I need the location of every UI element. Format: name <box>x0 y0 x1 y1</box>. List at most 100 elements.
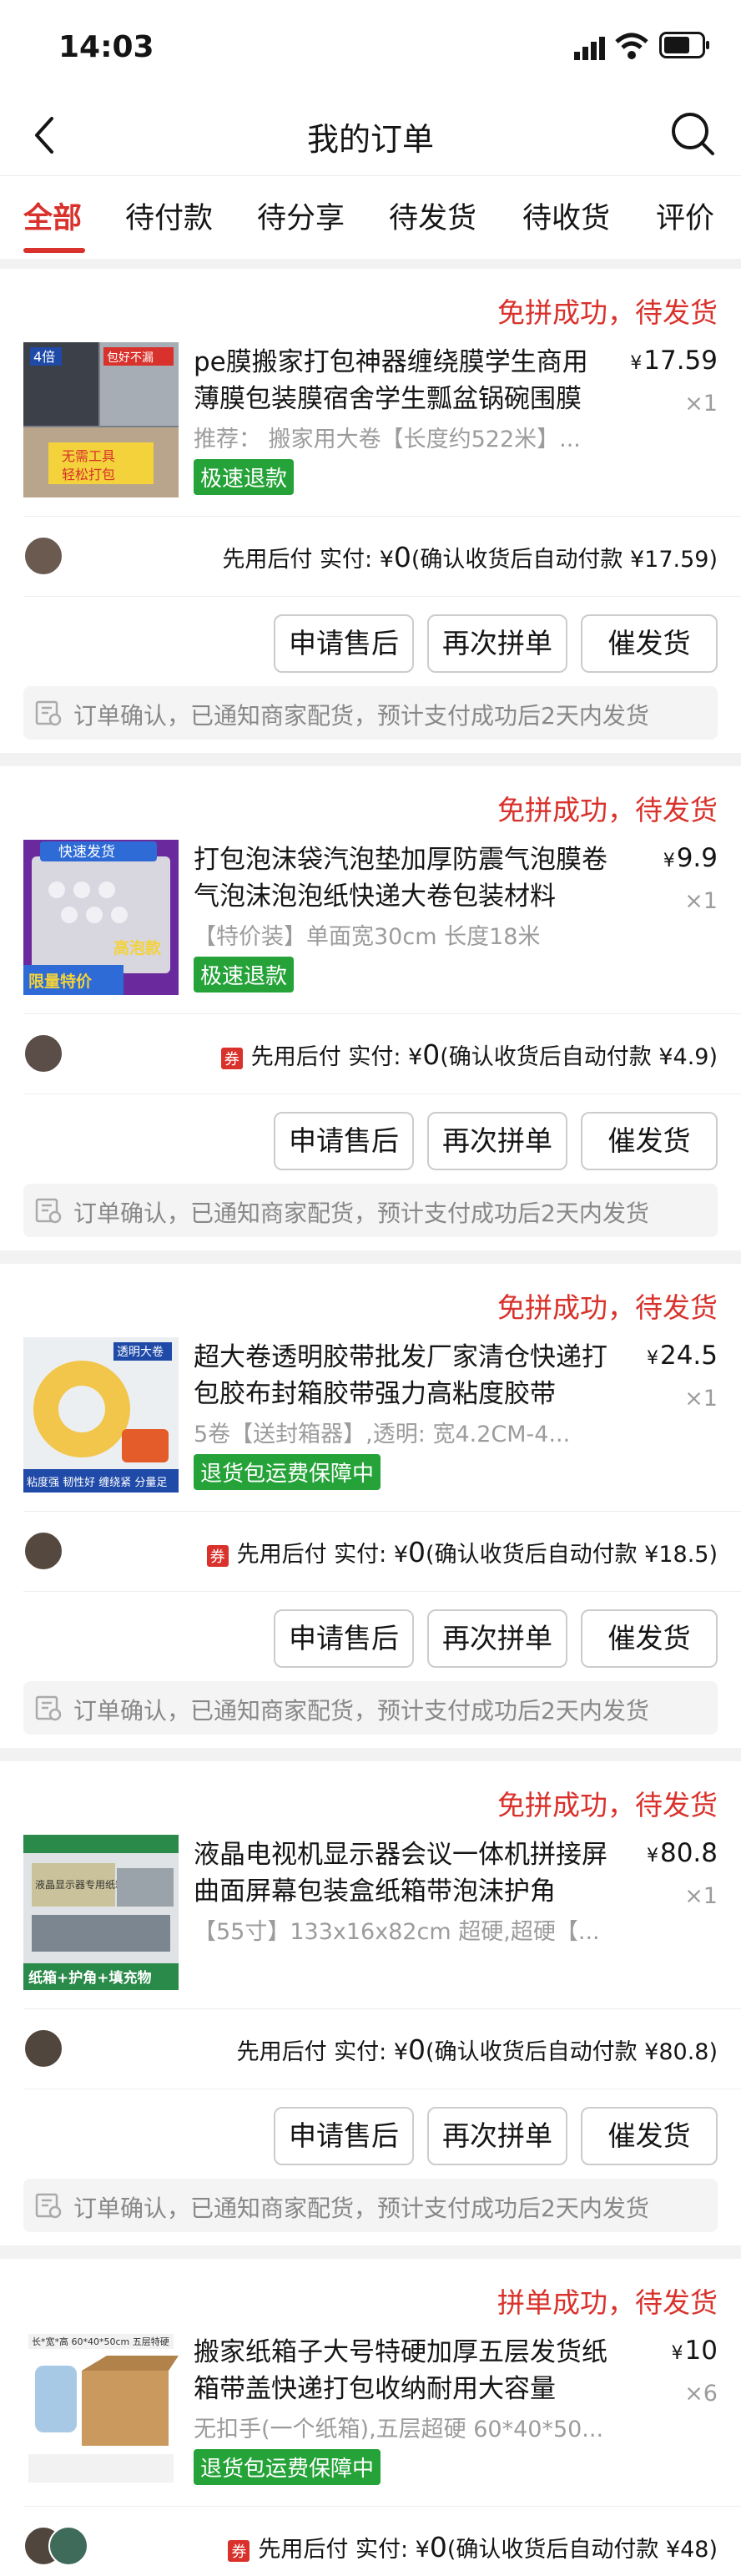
urge-shipment-button[interactable]: 催发货 <box>581 2107 718 2165</box>
page-title: 我的订单 <box>306 121 434 158</box>
avatar <box>23 1531 63 1571</box>
product-spec: 5卷【送封箱器】,透明: 宽4.2CM-4... <box>194 1422 571 1447</box>
document-icon <box>35 1198 62 1224</box>
notice-text: 订单确认，已通知商家配货，预计支付成功后2天内发货 <box>73 1200 649 1227</box>
wifi-icon <box>615 33 648 59</box>
divider <box>23 516 741 517</box>
tab-all[interactable]: 全部 <box>23 194 82 237</box>
tab-pending-receipt[interactable]: 待收货 <box>522 194 610 237</box>
divider <box>23 1511 741 1512</box>
coupon-badge: 券 <box>220 1047 243 1069</box>
order-notice: 订单确认，已通知商家配货，预计支付成功后2天内发货 <box>23 1681 718 1735</box>
product-quantity: ×1 <box>684 888 718 914</box>
cellular-signal-icon <box>574 37 605 60</box>
product-image[interactable]: 4倍 包好不漏 无需工具 轻松打包 <box>23 342 179 498</box>
payment-line: 券先用后付 实付: ¥0(确认收货后自动付款 ¥4.9) <box>220 1038 718 1071</box>
thumb-text: 纸箱+护角+填充物 <box>28 1969 152 1987</box>
refund-badge: 极速退款 <box>194 459 295 495</box>
reorder-button[interactable]: 再次拼单 <box>427 614 567 673</box>
order-card[interactable]: 免拼成功，待发货 液晶显示器专用纸箱 纸箱+护角+填充物 液晶电视机显示器会议一… <box>0 1761 741 2245</box>
product-title[interactable]: 搬家纸箱子大号特硬加厚五层发货纸箱带盖快递打包收纳耐用大容量 <box>194 2334 611 2407</box>
thumb-text: 长*宽*高 60*40*50cm 五层特硬 <box>32 2336 169 2347</box>
payment-line: 券先用后付 实付: ¥0(确认收货后自动付款 ¥18.5) <box>206 1536 718 1568</box>
reorder-button[interactable]: 再次拼单 <box>427 1112 567 1170</box>
avatar <box>23 536 63 576</box>
document-icon <box>35 700 62 726</box>
product-quantity: ×1 <box>684 1883 718 1909</box>
after-sales-button[interactable]: 申请售后 <box>274 614 414 673</box>
payment-line: 先用后付 实付: ¥0(确认收货后自动付款 ¥17.59) <box>222 541 718 573</box>
status-bar: 14:03 <box>0 0 741 92</box>
product-price: ¥10 <box>671 2336 718 2366</box>
urge-shipment-button[interactable]: 催发货 <box>581 614 718 673</box>
reorder-button[interactable]: 再次拼单 <box>427 1609 567 1668</box>
thumb-text: 轻松打包 <box>62 467 115 482</box>
thumb-text: 液晶显示器专用纸箱 <box>35 1878 125 1891</box>
product-title[interactable]: 液晶电视机显示器会议一体机拼接屏曲面屏幕包装盒纸箱带泡沫护角 <box>194 1836 611 1910</box>
order-tabs: 全部 待付款 待分享 待发货 待收货 评价 <box>0 175 741 259</box>
urge-shipment-button[interactable]: 催发货 <box>581 1609 718 1668</box>
after-sales-button[interactable]: 申请售后 <box>274 2107 414 2165</box>
tab-review[interactable]: 评价 <box>656 194 714 237</box>
order-notice: 订单确认，已通知商家配货，预计支付成功后2天内发货 <box>23 686 718 740</box>
divider <box>23 1591 741 1592</box>
order-notice: 订单确认，已通知商家配货，预计支付成功后2天内发货 <box>23 2179 718 2232</box>
thumb-text: 无需工具 <box>62 448 115 464</box>
product-image[interactable]: 快速发货 高泡款 限量特价 <box>23 840 179 995</box>
product-title[interactable]: 超大卷透明胶带批发厂家清仓快递打包胶布封箱胶带强力高粘度胶带 <box>194 1339 611 1412</box>
avatar <box>48 2526 88 2566</box>
thumb-text: 高泡款 <box>113 938 162 957</box>
thumb-text: 透明大卷 <box>117 1346 164 1359</box>
order-card[interactable]: 拼单成功，待发货 长*宽*高 60*40*50cm 五层特硬 搬家纸箱子大号特硬… <box>0 2259 741 2576</box>
battery-icon <box>659 32 709 58</box>
tab-pending-payment[interactable]: 待付款 <box>125 194 213 237</box>
tab-pending-shipment[interactable]: 待发货 <box>389 194 476 237</box>
order-notice: 订单确认，已通知商家配货，预计支付成功后2天内发货 <box>23 1184 718 1237</box>
order-card[interactable]: 免拼成功，待发货 4倍 包好不漏 无需工具 轻松打包 pe膜搬家打包神器缠绕膜学… <box>0 269 741 753</box>
avatar <box>23 1033 63 1073</box>
product-price: ¥9.9 <box>663 843 718 873</box>
freight-insurance-badge: 退货包运费保障中 <box>194 1454 381 1490</box>
nav-bar: 我的订单 <box>0 92 741 175</box>
payment-line: 先用后付 实付: ¥0(确认收货后自动付款 ¥80.8) <box>236 2033 718 2066</box>
after-sales-button[interactable]: 申请售后 <box>274 1112 414 1170</box>
order-status: 免拼成功，待发货 <box>497 296 718 329</box>
after-sales-button[interactable]: 申请售后 <box>274 1609 414 1668</box>
order-status: 免拼成功，待发货 <box>497 1789 718 1821</box>
freight-insurance-badge: 退货包运费保障中 <box>194 2449 381 2485</box>
order-card[interactable]: 免拼成功，待发货 快速发货 高泡款 限量特价 打包泡沫袋汽泡垫加厚防震气泡膜卷气… <box>0 766 741 1250</box>
document-icon <box>35 2193 62 2219</box>
divider <box>23 2008 741 2009</box>
coupon-badge: 券 <box>206 1544 229 1567</box>
document-icon <box>35 1695 62 1721</box>
order-status: 拼单成功，待发货 <box>497 2286 718 2319</box>
coupon-badge: 券 <box>228 2539 250 2562</box>
notice-text: 订单确认，已通知商家配货，预计支付成功后2天内发货 <box>73 1697 649 1725</box>
active-tab-indicator <box>23 248 85 253</box>
divider <box>23 1013 741 1014</box>
product-price: ¥80.8 <box>646 1838 718 1868</box>
product-quantity: ×6 <box>684 2381 718 2407</box>
product-spec: 【特价装】单面宽30cm 长度18米 <box>194 924 541 950</box>
product-title[interactable]: pe膜搬家打包神器缠绕膜学生商用薄膜包装膜宿舍学生瓢盆锅碗围膜 <box>194 344 611 417</box>
product-title[interactable]: 打包泡沫袋汽泡垫加厚防震气泡膜卷气泡沫泡泡纸快递大卷包装材料 <box>194 841 611 915</box>
product-image[interactable]: 长*宽*高 60*40*50cm 五层特硬 <box>23 2332 179 2488</box>
product-quantity: ×1 <box>684 1386 718 1412</box>
product-image[interactable]: 透明大卷 粘度强 韧性好 缠绕紧 分量足 <box>23 1337 179 1493</box>
avatar <box>23 2028 63 2068</box>
urge-shipment-button[interactable]: 催发货 <box>581 1112 718 1170</box>
reorder-button[interactable]: 再次拼单 <box>427 2107 567 2165</box>
thumb-text: 4倍 <box>33 349 55 365</box>
tab-pending-share[interactable]: 待分享 <box>257 194 345 237</box>
refund-badge: 极速退款 <box>194 957 295 993</box>
status-time: 14:03 <box>58 30 154 64</box>
order-status: 免拼成功，待发货 <box>497 794 718 826</box>
search-icon[interactable] <box>668 109 718 159</box>
order-status: 免拼成功，待发货 <box>497 1291 718 1324</box>
thumb-text: 粘度强 韧性好 缠绕紧 分量足 <box>27 1476 167 1489</box>
order-card[interactable]: 免拼成功，待发货 透明大卷 粘度强 韧性好 缠绕紧 分量足 超大卷透明胶带批发厂… <box>0 1264 741 1748</box>
divider <box>23 596 741 597</box>
divider <box>23 2506 741 2507</box>
product-image[interactable]: 液晶显示器专用纸箱 纸箱+护角+填充物 <box>23 1835 179 1990</box>
notice-text: 订单确认，已通知商家配货，预计支付成功后2天内发货 <box>73 702 649 730</box>
